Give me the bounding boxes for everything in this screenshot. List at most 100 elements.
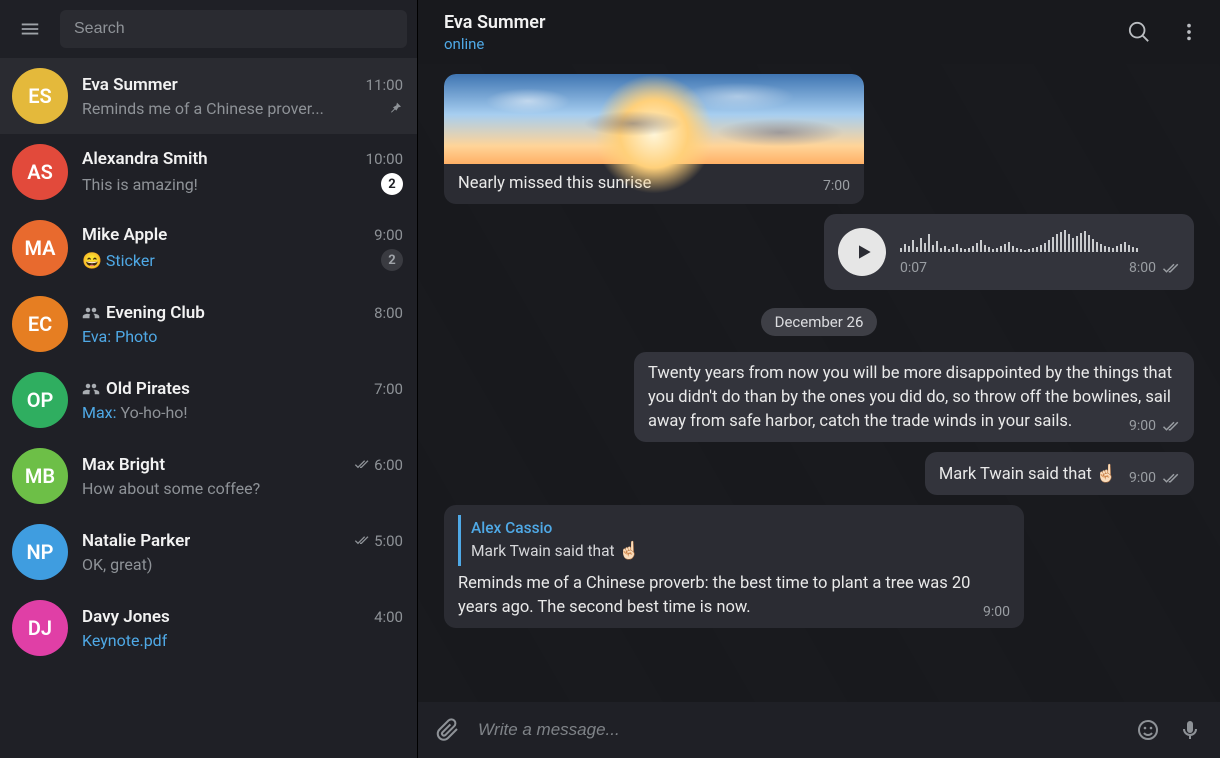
chat-status: online (444, 35, 545, 53)
message-text: Reminds me of a Chinese proverb: the bes… (458, 574, 970, 617)
chat-item-badges: 2 (381, 173, 403, 195)
message-outgoing: Twenty years from now you will be more d… (444, 352, 1194, 442)
composer (418, 702, 1220, 758)
messages-pane[interactable]: Nearly missed this sunrise 7:00 0:07 8:0… (418, 64, 1220, 702)
chat-item-body: Alexandra Smith10:00This is amazing!2 (82, 144, 403, 200)
emoji-icon[interactable] (1136, 718, 1160, 742)
search-field[interactable] (60, 10, 407, 48)
message-incoming: Alex Cassio Mark Twain said that ☝🏻 Remi… (444, 505, 1194, 628)
chat-item-badges (387, 100, 403, 116)
chat-item[interactable]: EC Evening Club 8:00 Eva: Photo (0, 286, 417, 362)
chat-item[interactable]: MAMike Apple9:00😄 Sticker2 (0, 210, 417, 286)
chat-preview: OK, great) (82, 555, 152, 574)
sidebar-top (0, 0, 417, 58)
chat-item-body: Evening Club 8:00 Eva: Photo (82, 296, 403, 352)
group-icon (82, 380, 100, 398)
waveform[interactable] (900, 226, 1180, 252)
voice-message[interactable]: 0:07 8:00 (824, 214, 1194, 290)
avatar: DJ (12, 600, 68, 656)
text-message[interactable]: Mark Twain said that ☝🏻 9:00 (925, 452, 1194, 495)
read-receipt-icon (1162, 417, 1180, 435)
read-receipt-icon (1162, 259, 1180, 277)
header-actions (1128, 21, 1200, 43)
message-input[interactable] (478, 720, 1118, 740)
chat-preview: Eva: Photo (82, 327, 157, 346)
chat-name: Mike Apple (82, 225, 167, 245)
chat-name: Max Bright (82, 455, 165, 475)
chat-name: Evening Club (82, 303, 205, 323)
main-pane: Eva Summer online Nearly missed this sun… (418, 0, 1220, 758)
message-outgoing: 0:07 8:00 (444, 214, 1194, 290)
chat-name: Old Pirates (82, 379, 190, 399)
point-up-emoji: ☝🏻 (618, 541, 639, 561)
chat-header: Eva Summer online (418, 0, 1220, 64)
more-icon[interactable] (1178, 21, 1200, 43)
chat-title: Eva Summer (444, 12, 545, 33)
message-time: 9:00 (1129, 416, 1156, 436)
message-time: 9:00 (983, 602, 1010, 622)
avatar: EC (12, 296, 68, 352)
avatar: NP (12, 524, 68, 580)
sunrise-image (444, 74, 864, 164)
chat-item[interactable]: DJDavy Jones4:00Keynote.pdf (0, 590, 417, 666)
date-chip: December 26 (761, 308, 878, 336)
unread-badge: 2 (381, 249, 403, 271)
message-time: 9:00 (1129, 468, 1156, 488)
chat-item-body: Max Bright 6:00How about some coffee? (82, 448, 403, 504)
play-button[interactable] (838, 228, 886, 276)
image-message[interactable]: Nearly missed this sunrise 7:00 (444, 74, 864, 204)
microphone-icon[interactable] (1178, 718, 1202, 742)
chat-item[interactable]: ESEva Summer11:00Reminds me of a Chinese… (0, 58, 417, 134)
pin-icon (387, 100, 403, 116)
chat-item[interactable]: MBMax Bright 6:00How about some coffee? (0, 438, 417, 514)
message-text: Mark Twain said that (939, 465, 1096, 484)
preview-text: Yo-ho-ho! (120, 403, 187, 422)
chat-item-body: Old Pirates 7:00 Max: Yo-ho-ho! (82, 372, 403, 428)
play-icon (854, 242, 874, 262)
chat-item[interactable]: NPNatalie Parker 5:00OK, great) (0, 514, 417, 590)
reply-text: Mark Twain said that ☝🏻 (471, 539, 1010, 564)
preview-text: Reminds me of a Chinese prover... (82, 99, 324, 118)
attach-icon[interactable] (436, 718, 460, 742)
point-up-emoji: ☝🏻 (1096, 464, 1117, 484)
text-message-with-reply[interactable]: Alex Cassio Mark Twain said that ☝🏻 Remi… (444, 505, 1024, 628)
unread-badge: 2 (381, 173, 403, 195)
menu-button[interactable] (10, 9, 50, 49)
preview-link: Keynote.pdf (82, 631, 167, 650)
chat-preview: Max: Yo-ho-ho! (82, 403, 188, 422)
chat-item-body: Mike Apple 9:00 😄 Sticker 2 (82, 220, 403, 276)
hamburger-icon (19, 18, 41, 40)
chat-item-body: Eva Summer 11:00 Reminds me of a Chinese p… (82, 68, 403, 124)
read-receipt-icon (354, 532, 370, 548)
group-icon (82, 304, 100, 322)
chat-item-badges: 2 (381, 249, 403, 271)
search-icon[interactable] (1128, 21, 1150, 43)
read-receipt-icon (1162, 469, 1180, 487)
chat-list: ESEva Summer11:00Reminds me of a Chinese… (0, 58, 417, 758)
message-time: 7:00 (823, 176, 850, 196)
reply-block[interactable]: Alex Cassio Mark Twain said that ☝🏻 (458, 515, 1010, 566)
chat-preview: Keynote.pdf (82, 631, 167, 650)
preview-sender: Max: (82, 403, 116, 422)
message-time: 8:00 (1129, 258, 1156, 278)
chat-item[interactable]: OP Old Pirates 7:00 Max: Yo-ho-ho! (0, 362, 417, 438)
preview-text: This is amazing! (82, 175, 198, 194)
chat-item[interactable]: ASAlexandra Smith10:00This is amazing!2 (0, 134, 417, 210)
chat-header-title-block[interactable]: Eva Summer online (444, 12, 545, 53)
chat-time: 9:00 (374, 226, 403, 244)
chat-time: 11:00 (366, 76, 403, 94)
avatar: AS (12, 144, 68, 200)
search-input[interactable] (74, 20, 393, 38)
preview-text: OK, great) (82, 555, 152, 574)
chat-time: 7:00 (374, 380, 403, 398)
message-text: Twenty years from now you will be more d… (648, 364, 1172, 431)
chat-time: 8:00 (374, 304, 403, 322)
preview-link: Sticker (106, 251, 155, 270)
chat-name: Davy Jones (82, 607, 170, 627)
reply-sender: Alex Cassio (471, 517, 1010, 539)
text-message[interactable]: Twenty years from now you will be more d… (634, 352, 1194, 442)
chat-preview: 😄 Sticker (82, 251, 155, 270)
chat-name: Eva Summer (82, 75, 178, 95)
chat-name: Natalie Parker (82, 531, 190, 551)
avatar: OP (12, 372, 68, 428)
